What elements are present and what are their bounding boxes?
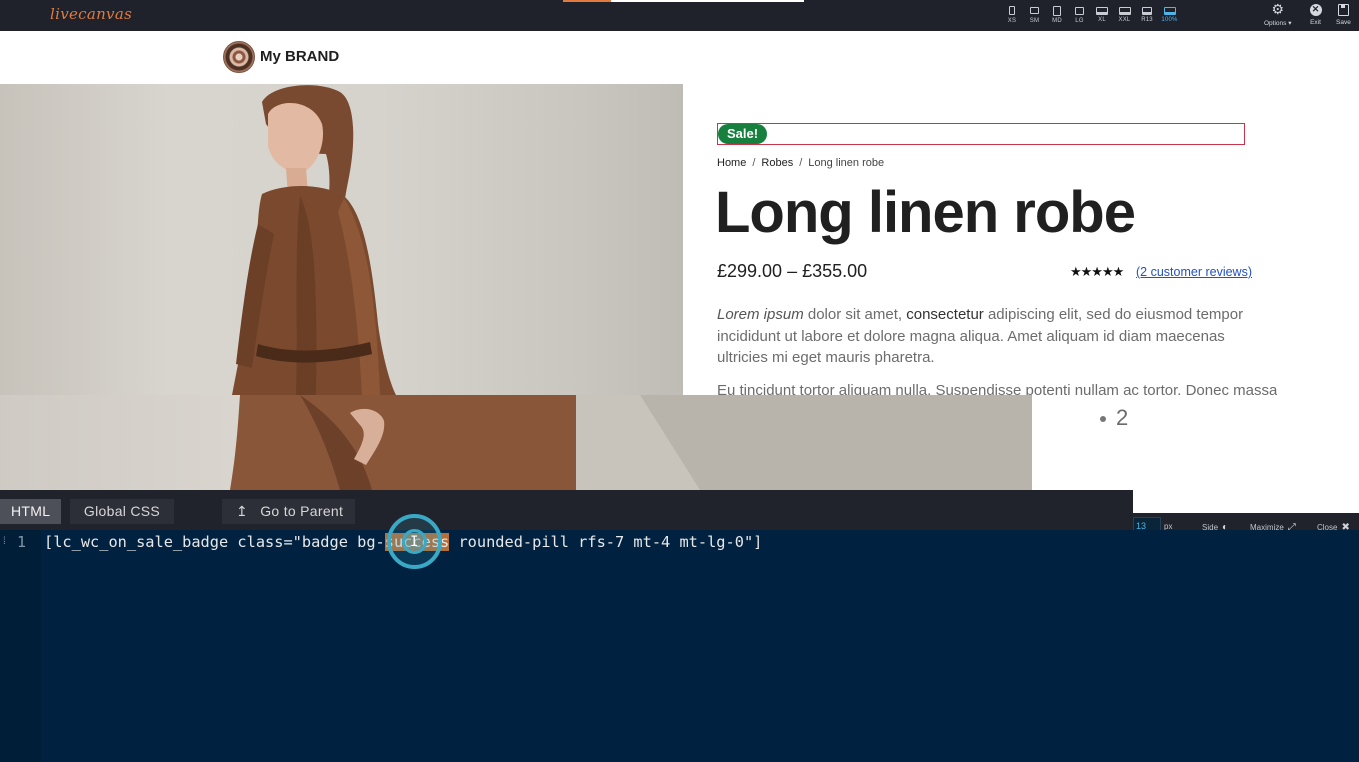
go-to-parent-label: Go to Parent [260,503,344,519]
model-photo-detail [230,395,1032,490]
site-header: My BRAND [0,31,1359,84]
device-label: R13 [1141,17,1153,23]
gear-icon: ⚙ [1271,1,1285,17]
breadcrumb-current: Long linen robe [808,157,885,169]
brand-name[interactable]: My BRAND [260,48,339,65]
brand-logo-avatar[interactable] [223,41,255,73]
line-number: 1 [17,533,27,551]
sale-badge-selection[interactable]: Sale! [717,123,1245,145]
product-title: Long linen robe [715,180,1136,245]
code-text: [lc_wc_on_sale_badge class="badge bg- [44,533,385,551]
product-description: Lorem ipsum dolor sit amet, consectetur … [717,304,1247,369]
device-sm-button[interactable]: SM [1024,4,1046,28]
product-summary: Sale! Home / Robes / Long linen robe Lon… [683,84,1359,395]
breadcrumb-robes[interactable]: Robes [761,157,793,169]
editor-toolbar: livecanvas XS SM MD LG XL XXL R13 100% ⚙… [0,0,1359,31]
exit-icon: ✕ [1309,3,1322,16]
device-label: XL [1098,17,1106,23]
device-xs-button[interactable]: XS [1001,4,1023,28]
desktop-icon [1096,7,1108,15]
click-indicator-cursor: I [387,514,442,569]
code-editor-tabs: HTML Global CSS ↥ Go to Parent [0,490,1133,530]
product-image-secondary[interactable] [0,395,1032,490]
line-gutter: ⁞ 1 [0,530,41,762]
description-italic: Lorem ipsum [717,306,804,323]
tablet-landscape-icon [1075,7,1084,15]
tab-global-css[interactable]: Global CSS [70,499,174,524]
pagination-number: 2 [1116,405,1129,430]
loading-progress-bar [563,0,804,2]
device-switcher: XS SM MD LG XL XXL R13 100% [1001,4,1181,28]
sale-badge[interactable]: Sale! [718,124,768,144]
device-label: LG [1075,18,1084,24]
wide-desktop-icon [1118,7,1131,15]
gallery-pagination[interactable]: 2 [1100,405,1128,431]
model-photo [232,85,396,395]
save-button[interactable]: Save [1336,3,1351,26]
device-md-button[interactable]: MD [1046,4,1068,28]
fold-arrow-icon[interactable]: ⁞ [3,536,6,547]
laptop-icon [1142,7,1152,15]
go-to-parent-button[interactable]: ↥ Go to Parent [222,499,355,524]
rating-stars-icon: ★★★★★ [1070,264,1124,279]
options-label: Options ▾ [1264,20,1292,27]
options-menu[interactable]: ⚙ Options ▾ [1264,1,1292,27]
breadcrumb: Home / Robes / Long linen robe [717,157,884,169]
exit-label: Exit [1310,19,1321,26]
customer-reviews-link[interactable]: (2 customer reviews) [1136,265,1252,279]
device-label: 100% [1161,17,1178,23]
device-r13-button[interactable]: R13 [1136,4,1158,28]
tab-html[interactable]: HTML [0,499,62,524]
product-price: £299.00 – £355.00 [717,261,868,281]
save-label: Save [1336,19,1351,26]
progress-fill [563,0,611,2]
description-text: dolor sit amet, [803,306,907,323]
code-text: rounded-pill rfs-7 mt-4 mt-lg-0"] [449,533,763,551]
fullwidth-icon [1163,7,1176,15]
product-image-main[interactable] [0,84,683,395]
device-label: MD [1052,18,1062,24]
device-label: SM [1029,18,1040,24]
device-lg-button[interactable]: LG [1069,4,1091,28]
breadcrumb-separator: / [752,157,756,169]
description-emphasis: consectetur [906,306,984,323]
pagination-dot-icon [1100,416,1106,423]
phone-icon [1009,6,1015,15]
phone-landscape-icon [1030,7,1039,14]
app-logo: livecanvas [50,5,133,23]
exit-button[interactable]: ✕ Exit [1309,3,1322,26]
device-label: XS [1007,18,1017,24]
text-cursor-icon: I [410,534,419,550]
arrow-up-icon: ↥ [236,503,249,519]
product-description-continued: Eu tincidunt tortor aliquam nulla. Suspe… [717,382,1277,395]
breadcrumb-separator: / [799,157,803,169]
breadcrumb-home[interactable]: Home [717,157,746,169]
editor-tools: 13 px Side ◐ Maximize ⤢ Close ✖ [1133,513,1359,535]
save-icon [1337,3,1349,16]
device-label: XXL [1118,17,1131,23]
device-xl-button[interactable]: XL [1091,4,1113,28]
device-xxl-button[interactable]: XXL [1114,4,1136,28]
device-100-button[interactable]: 100% [1159,4,1181,28]
tablet-icon [1053,6,1061,16]
code-editor[interactable]: ⁞ 1 [lc_wc_on_sale_badge class="badge bg… [0,530,1359,762]
